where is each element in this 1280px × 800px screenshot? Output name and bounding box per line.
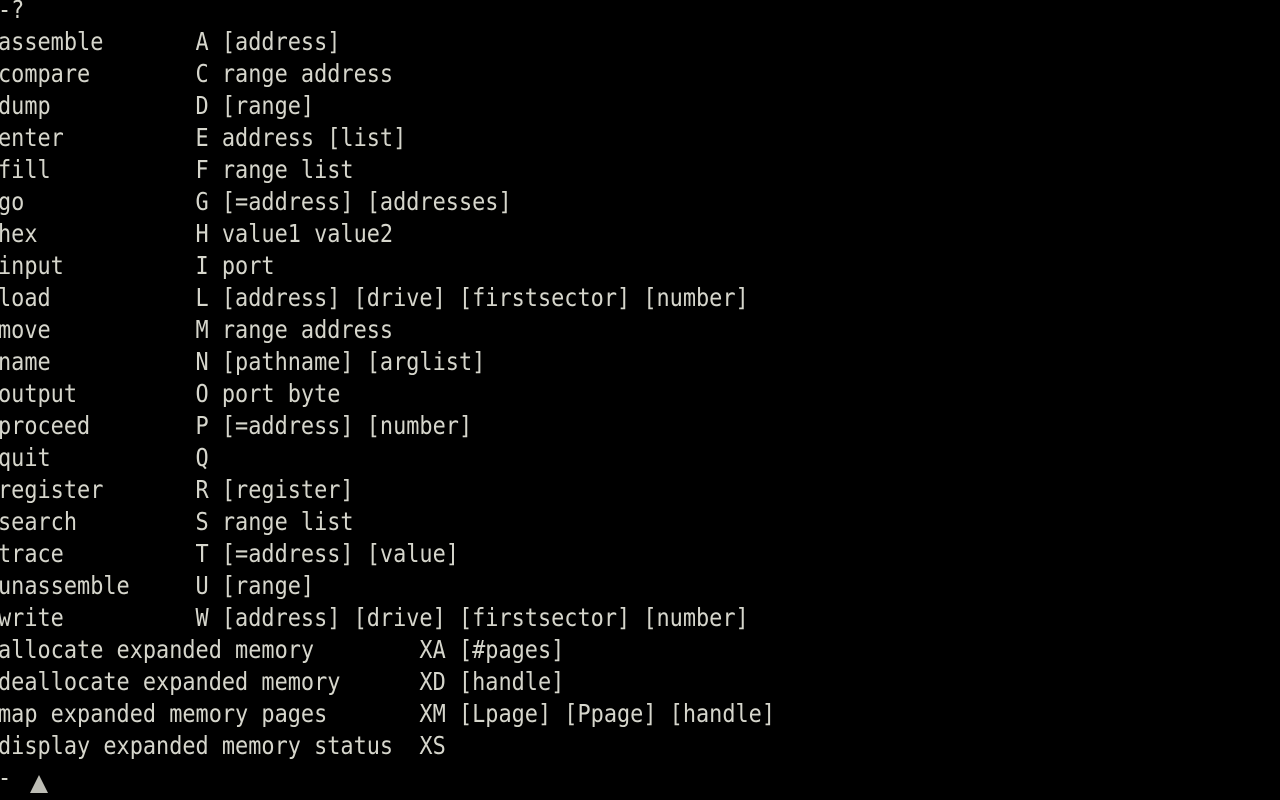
terminal-line-quit: quit Q bbox=[0, 443, 209, 472]
terminal-line-search: search S range list bbox=[0, 507, 354, 536]
terminal-line-compare: compare C range address bbox=[0, 59, 394, 88]
terminal-line-move: move M range address bbox=[0, 315, 394, 344]
terminal-line-go: go G [=address] [addresses] bbox=[0, 187, 512, 216]
terminal-line-hex: hex H value1 value2 bbox=[0, 219, 394, 248]
terminal-line-trace: trace T [=address] [value] bbox=[0, 539, 459, 568]
terminal-line-input: input I port bbox=[0, 251, 275, 280]
terminal-line-proceed: proceed P [=address] [number] bbox=[0, 411, 473, 440]
terminal-line-dump: dump D [range] bbox=[0, 91, 315, 120]
terminal-line-fill: fill F range list bbox=[0, 155, 354, 184]
terminal-line-name: name N [pathname] [arglist] bbox=[0, 347, 486, 376]
terminal-line-assemble: assemble A [address] bbox=[0, 27, 341, 56]
terminal-screen[interactable]: -? assemble A [address] compare C range … bbox=[0, 0, 1280, 800]
terminal-line-output: output O port byte bbox=[0, 379, 341, 408]
terminal-line-register: register R [register] bbox=[0, 475, 354, 504]
terminal-line-deallocate-expanded-memory: deallocate expanded memory XD [handle] bbox=[0, 667, 565, 696]
terminal-line-display-expanded-memory-status: display expanded memory status XS bbox=[0, 731, 446, 760]
terminal-line-unassemble: unassemble U [range] bbox=[0, 571, 315, 600]
terminal-line-map-expanded-memory-pages: map expanded memory pages XM [Lpage] [Pp… bbox=[0, 699, 776, 728]
terminal-line-enter: enter E address [list] bbox=[0, 123, 407, 152]
terminal-line-allocate-expanded-memory: allocate expanded memory XA [#pages] bbox=[0, 635, 565, 664]
terminal-prompt-line[interactable]: - bbox=[0, 762, 1127, 794]
terminal-text-grid: -? assemble A [address] compare C range … bbox=[0, 0, 1280, 794]
terminal-line-write: write W [address] [drive] [firstsector] … bbox=[0, 603, 749, 632]
terminal-line-load: load L [address] [drive] [firstsector] [… bbox=[0, 283, 749, 312]
terminal-line-echoed-command: -? bbox=[0, 0, 25, 24]
